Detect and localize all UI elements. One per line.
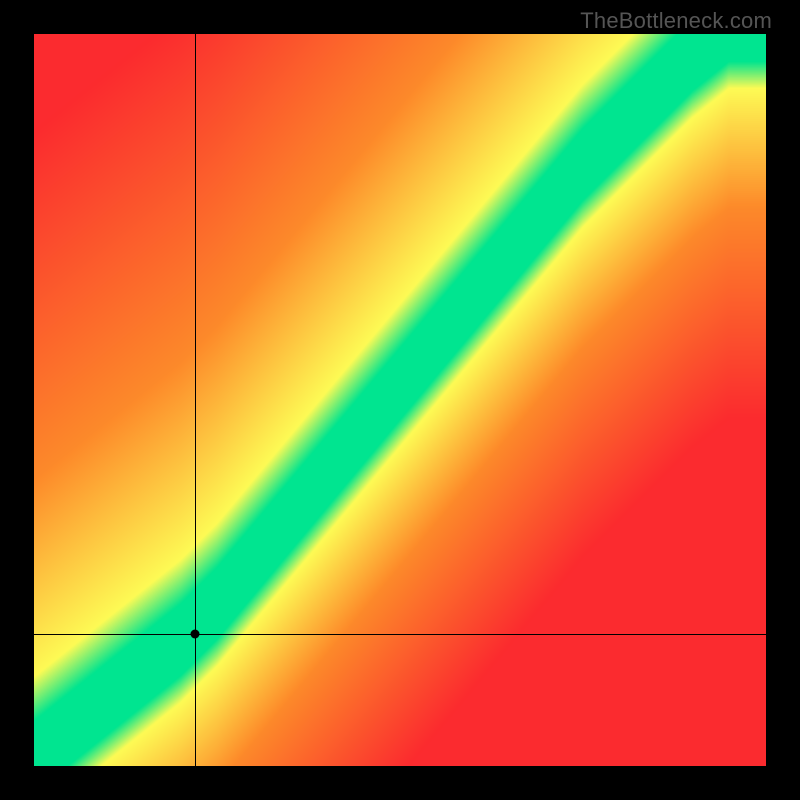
heatmap-canvas: [34, 34, 766, 766]
watermark-text: TheBottleneck.com: [580, 8, 772, 34]
data-point-marker: [191, 630, 200, 639]
chart-frame: TheBottleneck.com: [0, 0, 800, 800]
heatmap-plot: [34, 34, 766, 766]
crosshair-vertical: [195, 34, 196, 766]
crosshair-horizontal: [34, 634, 766, 635]
